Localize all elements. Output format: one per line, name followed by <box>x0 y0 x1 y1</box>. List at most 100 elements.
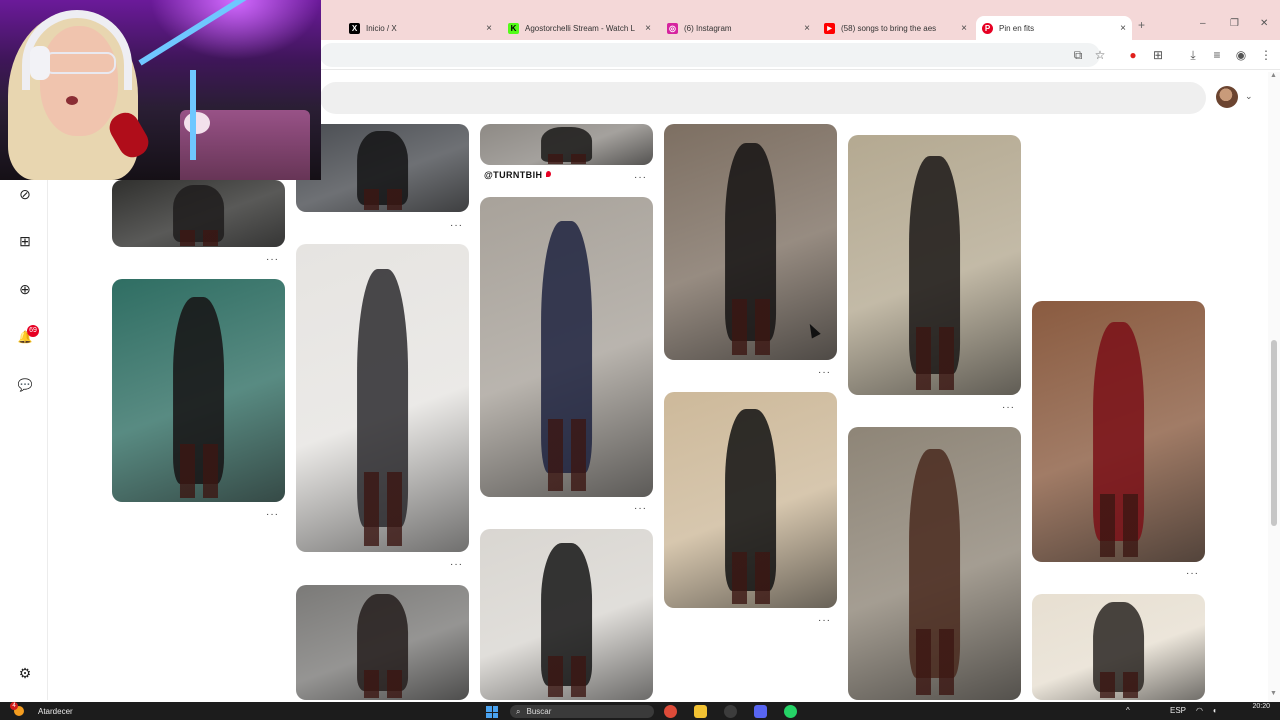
pin-image-detail <box>915 629 954 695</box>
profile-icon[interactable]: ◉ <box>1233 47 1249 63</box>
pin-card[interactable] <box>480 197 653 497</box>
volume-icon[interactable]: ◖ <box>1212 706 1217 715</box>
pin-card[interactable] <box>664 392 837 608</box>
new-tab-button[interactable]: + <box>1138 18 1145 32</box>
wifi-icon[interactable]: ◠ <box>1196 706 1203 715</box>
pin-card[interactable] <box>296 124 469 212</box>
whatsapp-icon[interactable] <box>784 705 797 718</box>
boards-icon[interactable]: ⊞ <box>16 232 34 250</box>
language-indicator[interactable]: ESP <box>1170 706 1186 715</box>
sun-icon: 4 <box>10 702 24 716</box>
pin-more-options-icon[interactable]: ··· <box>266 509 279 520</box>
pin-image-detail <box>731 551 770 604</box>
close-icon[interactable]: × <box>645 23 651 34</box>
file-explorer-icon[interactable] <box>694 705 707 718</box>
windows-start-icon[interactable] <box>486 706 498 718</box>
pinterest-logo-icon: P <box>982 22 993 34</box>
close-icon[interactable]: × <box>804 23 810 34</box>
pin-image-detail <box>363 471 402 546</box>
tab-title: Agostorchelli Stream - Watch L <box>525 23 635 33</box>
led-light <box>150 0 321 60</box>
scrollbar-thumb[interactable] <box>1271 340 1277 526</box>
create-plus-icon[interactable]: ⊕ <box>16 280 34 298</box>
tab-x[interactable]: X Inicio / X × <box>343 16 498 40</box>
page-scrollbar[interactable]: ▲ ▼ <box>1268 72 1280 702</box>
tab-title: Inicio / X <box>366 23 397 33</box>
search-icon: ⌕ <box>516 706 521 716</box>
extension-red-icon[interactable]: ● <box>1125 47 1141 63</box>
pin-more-options-icon[interactable]: ··· <box>818 615 831 626</box>
instagram-logo-icon: ◎ <box>667 22 678 34</box>
pin-card[interactable] <box>112 180 285 247</box>
pin-more-options-icon[interactable]: ··· <box>1002 402 1015 413</box>
browser-menu-icon[interactable]: ⋮ <box>1258 47 1274 63</box>
pin-image-detail <box>363 670 402 698</box>
pin-more-options-icon[interactable]: ··· <box>634 172 647 183</box>
clock-time: 20:20 <box>1252 703 1270 710</box>
pin-card[interactable] <box>296 244 469 552</box>
chevron-down-icon[interactable]: ⌄ <box>1245 91 1253 102</box>
pin-image-detail <box>1099 672 1138 698</box>
pin-image-detail <box>547 419 586 491</box>
settings-gear-icon[interactable]: ⚙ <box>16 664 34 682</box>
extensions-puzzle-icon[interactable]: ⊞ <box>1150 47 1166 63</box>
tab-instagram[interactable]: ◎ (6) Instagram × <box>661 16 816 40</box>
tab-title: (6) Instagram <box>684 23 732 33</box>
mic-arm <box>190 70 196 160</box>
pin-image-detail <box>547 655 586 697</box>
pin-card[interactable] <box>848 135 1021 395</box>
pinterest-search-input[interactable] <box>320 82 1206 114</box>
tab-kick[interactable]: K Agostorchelli Stream - Watch L × <box>502 16 657 40</box>
minimize-button[interactable]: – <box>1200 18 1206 29</box>
pin-image-detail <box>547 154 586 165</box>
weather-widget[interactable]: 4 Atardecer <box>10 702 73 716</box>
bookmark-star-icon[interactable]: ☆ <box>1092 47 1108 63</box>
close-icon[interactable]: × <box>961 23 967 34</box>
avatar[interactable] <box>1216 86 1238 108</box>
verified-icon <box>546 171 551 177</box>
pin-more-options-icon[interactable]: ··· <box>634 503 647 514</box>
tray-chevron-icon[interactable]: ^ <box>1126 706 1130 715</box>
pin-card[interactable] <box>480 529 653 700</box>
scroll-up-icon[interactable]: ▲ <box>1270 72 1277 79</box>
pin-more-options-icon[interactable]: ··· <box>266 254 279 265</box>
address-bar[interactable] <box>320 43 1100 67</box>
headset-earcup <box>30 46 50 80</box>
weather-badge: 4 <box>10 702 18 710</box>
search-placeholder: Buscar <box>526 707 552 716</box>
x-logo-icon: X <box>349 22 360 34</box>
youtube-logo-icon: ▶ <box>824 22 835 34</box>
obs-icon[interactable] <box>724 705 737 718</box>
pin-card[interactable] <box>112 279 285 502</box>
tab-title: (58) songs to bring the aes <box>841 23 937 33</box>
pin-card[interactable] <box>1032 301 1205 562</box>
pin-card[interactable] <box>848 427 1021 700</box>
chrome-icon[interactable] <box>664 705 677 718</box>
scroll-down-icon[interactable]: ▼ <box>1270 690 1277 697</box>
messages-icon[interactable]: 💬 <box>16 376 34 394</box>
reading-list-icon[interactable]: ≡ <box>1209 47 1225 63</box>
pin-more-options-icon[interactable]: ··· <box>450 559 463 570</box>
tab-youtube[interactable]: ▶ (58) songs to bring the aes × <box>818 16 973 40</box>
pin-card[interactable] <box>296 585 469 700</box>
window-close-button[interactable]: ✕ <box>1260 18 1268 29</box>
weather-label: Atardecer <box>38 706 73 716</box>
discord-icon[interactable] <box>754 705 767 718</box>
download-icon[interactable]: ⤓ <box>1185 47 1201 63</box>
taskbar-search[interactable]: ⌕ Buscar <box>510 705 654 718</box>
pin-image-detail <box>1099 494 1138 557</box>
pin-more-options-icon[interactable]: ··· <box>818 367 831 378</box>
install-app-icon[interactable]: ⧉ <box>1070 47 1086 63</box>
pin-card[interactable] <box>480 124 653 165</box>
close-icon[interactable]: × <box>1120 23 1126 34</box>
explore-compass-icon[interactable]: ⊘ <box>16 185 34 203</box>
close-icon[interactable]: × <box>486 23 492 34</box>
pin-card[interactable] <box>1032 594 1205 700</box>
taskbar-clock[interactable]: 20:20 <box>1240 703 1270 711</box>
maximize-button[interactable]: ❐ <box>1230 18 1239 29</box>
pin-more-options-icon[interactable]: ··· <box>450 220 463 231</box>
pin-image-detail <box>915 327 954 390</box>
pin-more-options-icon[interactable]: ··· <box>1186 568 1199 579</box>
pin-caption[interactable]: @TURNTBIH <box>484 170 542 180</box>
tab-pinterest[interactable]: P Pin en fits × <box>976 16 1132 40</box>
